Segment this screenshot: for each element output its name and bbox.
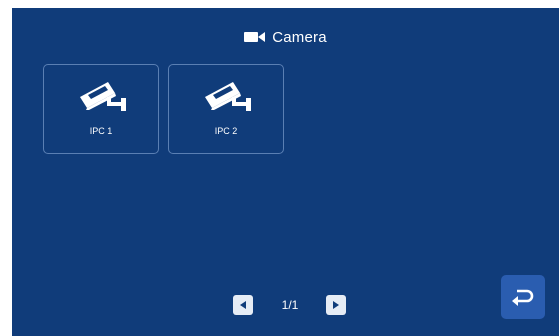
next-page-button[interactable] (326, 295, 346, 315)
triangle-right-icon (333, 301, 339, 309)
camera-label: IPC 2 (214, 126, 238, 136)
pagination: 1/1 (12, 295, 559, 315)
cctv-camera-icon (205, 82, 251, 111)
camera-label: IPC 1 (89, 126, 113, 136)
camera-screen: Camera IPC 1 IPC 2 1/1 (12, 8, 559, 336)
page-indicator: 1/1 (281, 298, 299, 312)
previous-page-button[interactable] (233, 295, 253, 315)
back-button[interactable] (501, 275, 545, 319)
triangle-left-icon (240, 301, 246, 309)
camera-tile-ipc-2[interactable]: IPC 2 (168, 64, 284, 154)
cctv-camera-icon (80, 82, 126, 111)
camera-tile-ipc-1[interactable]: IPC 1 (43, 64, 159, 154)
page-title: Camera (272, 28, 327, 46)
return-arrow-icon (512, 289, 534, 306)
title-bar: Camera (12, 26, 559, 48)
video-camera-icon (244, 31, 266, 43)
